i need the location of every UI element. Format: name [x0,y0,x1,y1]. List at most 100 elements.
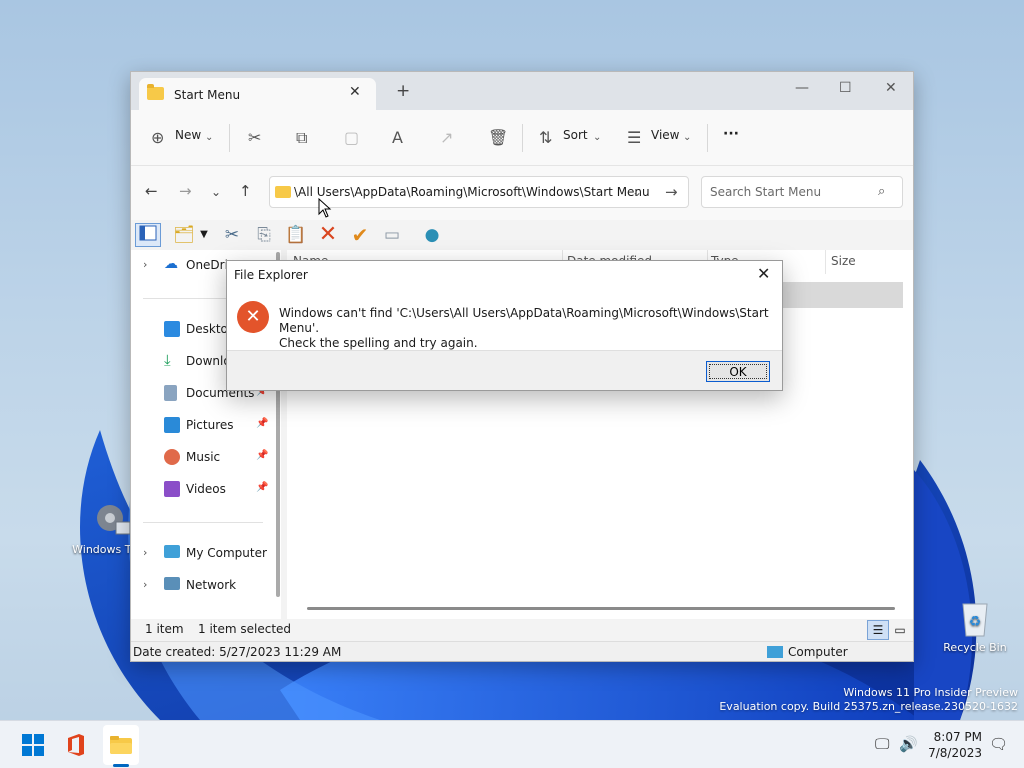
folder-options-icon[interactable]: 🗂 [171,223,197,247]
watermark-line: Evaluation copy. Build 25375.zn_release.… [719,700,1018,713]
globe-icon[interactable]: ● [419,223,445,247]
more-options-button[interactable]: ··· [723,126,739,142]
go-arrow-icon[interactable]: → [665,183,678,201]
chevron-down-icon[interactable]: ⌄ [205,132,213,143]
close-button[interactable]: ✕ [885,80,897,96]
back-icon[interactable]: ← [145,182,158,200]
command-separator [522,124,523,152]
computer-icon [767,646,783,658]
copy-icon[interactable]: ⎘ [251,223,277,247]
folder-icon [275,186,291,198]
view-button[interactable]: View [651,128,679,142]
sort-icon: ⇅ [539,128,553,147]
dialog-message-line: Windows can't find 'C:\Users\All Users\A… [279,306,769,335]
rename-icon[interactable]: A [392,128,403,147]
share-icon[interactable]: ↗ [440,128,453,147]
location-label: Computer [788,645,848,659]
documents-icon [164,385,177,401]
cut-icon[interactable]: ✂ [219,223,245,247]
chevron-down-icon[interactable]: ▼ [197,223,211,247]
clock-date: 7/8/2023 [928,746,982,760]
new-button[interactable]: New [175,128,201,142]
clock[interactable]: 8:07 PM 7/8/2023 [920,729,982,761]
music-icon [164,449,180,465]
ok-button[interactable]: OK [706,361,770,382]
chevron-down-icon[interactable]: ⌄ [593,132,601,143]
tab-start-menu[interactable]: Start Menu ✕ [139,78,376,110]
properties-icon[interactable]: ▭ [379,223,405,247]
title-bar[interactable]: Start Menu ✕ + — ☐ ✕ [131,72,913,110]
nav-item-network[interactable]: › Network [131,574,281,598]
search-box[interactable]: Search Start Menu ⌕ [701,176,903,208]
forward-icon[interactable]: → [179,182,192,200]
pin-icon[interactable]: 📌 [256,418,268,429]
chevron-right-icon[interactable]: › [143,258,147,271]
command-bar: ⊕ New ⌄ ✂ ⧉ ▢ A ↗ 🗑 ⇅ Sort ⌄ ☰ View ⌄ ··… [131,110,913,166]
paste-icon[interactable]: ▢ [344,128,359,147]
network-icon[interactable]: 🖵 [875,735,889,753]
cut-icon[interactable]: ✂ [248,128,261,147]
sort-button[interactable]: Sort [563,128,588,142]
address-path[interactable]: \All Users\AppData\Roaming\Microsoft\Win… [294,185,650,199]
column-header-size[interactable]: Size [831,254,856,268]
pin-icon[interactable]: 📌 [256,482,268,493]
delete-icon[interactable]: 🗑 [488,128,508,147]
nav-item-label: Videos [186,482,226,496]
status-bar: 1 item 1 item selected ☰ ▭ [131,619,913,641]
chevron-right-icon[interactable]: › [143,546,147,559]
evaluation-watermark: Windows 11 Pro Insider Preview Evaluatio… [719,686,1018,714]
gear-icon [97,505,131,535]
tab-title: Start Menu [174,88,241,102]
mouse-cursor-icon [318,198,332,218]
search-input[interactable]: Search Start Menu [710,185,821,199]
watermark-line: Windows 11 Pro Insider Preview [843,686,1018,699]
chevron-down-icon[interactable]: ⌄ [683,132,691,143]
details-view-button[interactable]: ☰ [867,620,889,640]
tab-close-icon[interactable]: ✕ [349,84,361,100]
new-tab-button[interactable]: + [396,83,410,100]
address-bar[interactable]: \All Users\AppData\Roaming\Microsoft\Win… [269,176,689,208]
volume-icon[interactable]: 🔊 [899,735,918,753]
desktop-icon-recycle-bin[interactable]: ♻ Recycle Bin [935,596,1015,654]
nav-item-pictures[interactable]: Pictures 📌 [131,414,281,438]
column-separator [825,250,826,274]
nav-item-music[interactable]: Music 📌 [131,446,281,470]
file-explorer-icon[interactable] [109,733,133,757]
clock-time: 8:07 PM [933,730,982,744]
recent-locations-icon[interactable]: ⌄ [211,185,221,199]
error-icon: ✕ [237,301,269,333]
paste-icon[interactable]: 📋 [283,223,309,247]
maximize-button[interactable]: ☐ [839,80,852,96]
minimize-button[interactable]: — [795,80,809,96]
chevron-right-icon[interactable]: › [143,578,147,591]
delete-icon[interactable]: ✕ [315,223,341,247]
nav-item-videos[interactable]: Videos 📌 [131,478,281,502]
cloud-icon: ☁ [164,256,178,272]
checkmark-icon[interactable]: ✔ [347,223,373,247]
up-icon[interactable]: ↑ [239,182,252,200]
nav-item-my-computer[interactable]: › My Computer [131,542,281,566]
nav-item-label: Network [186,578,237,592]
navigation-bar: ← → ⌄ ↑ \All Users\AppData\Roaming\Micro… [131,166,913,220]
navigation-pane-icon[interactable] [135,223,161,247]
folder-icon [147,84,164,100]
chevron-down-icon[interactable]: ⌄ [632,185,642,199]
office-icon[interactable] [64,733,88,757]
copy-icon[interactable]: ⧉ [296,128,307,148]
pin-icon[interactable]: 📌 [256,450,268,461]
classic-toolbar: 🗂 ▼ ✂ ⎘ 📋 ✕ ✔ ▭ ● [131,220,913,250]
nav-item-label: Pictures [186,418,234,432]
download-icon: ⤓ [164,351,171,369]
error-dialog: File Explorer ✕ ✕ Windows can't find 'C:… [226,260,783,391]
tiles-view-button[interactable]: ▭ [889,620,911,640]
view-icon: ☰ [627,128,642,147]
network-icon [164,577,180,590]
start-button-icon[interactable] [21,733,45,757]
horizontal-scrollbar[interactable] [307,607,895,610]
dialog-title: File Explorer [234,268,308,282]
notifications-icon[interactable]: 🗨 [989,735,1008,753]
close-icon[interactable]: ✕ [757,264,770,283]
nav-divider [143,522,263,523]
desktop-icon [164,321,180,337]
pictures-icon [164,417,180,433]
